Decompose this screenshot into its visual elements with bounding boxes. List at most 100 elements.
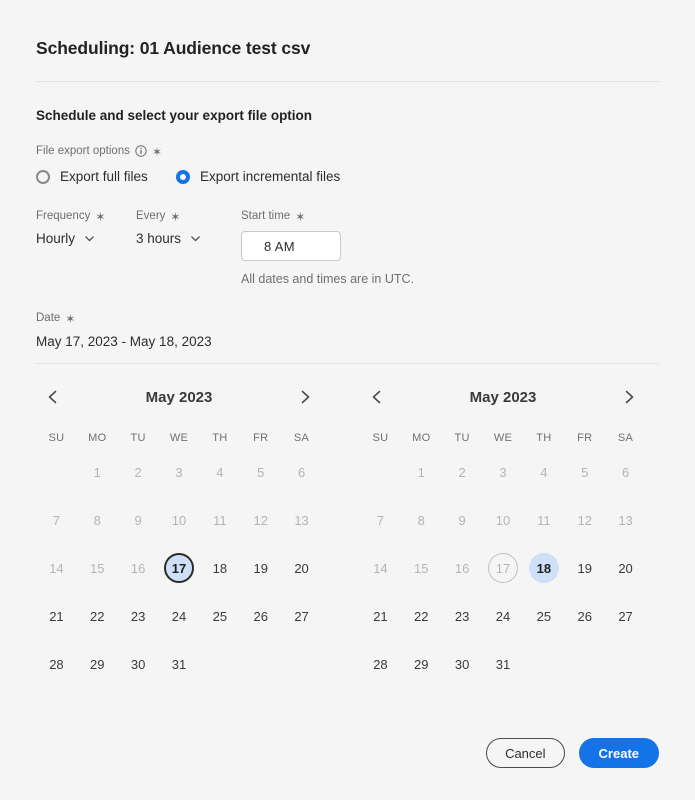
calendar-day-number: 24 bbox=[495, 608, 511, 624]
calendar-day-number: 11 bbox=[537, 512, 551, 528]
chevron-right-icon[interactable] bbox=[292, 384, 318, 410]
calendar-day: 2 bbox=[118, 452, 159, 492]
calendar-day: 7 bbox=[36, 500, 77, 540]
calendar-day: 2 bbox=[442, 452, 483, 492]
radio-export-incremental-files[interactable]: Export incremental files bbox=[176, 169, 340, 184]
calendar-day[interactable]: 29 bbox=[401, 644, 442, 684]
calendar-day[interactable]: 20 bbox=[605, 548, 646, 588]
calendar-day-empty bbox=[199, 644, 240, 684]
calendar-day-number: 6 bbox=[621, 464, 630, 480]
dialog-footer: Cancel Create bbox=[486, 738, 659, 768]
cancel-button[interactable]: Cancel bbox=[486, 738, 565, 768]
calendar-day: 9 bbox=[442, 500, 483, 540]
calendar-day-number: 2 bbox=[458, 464, 466, 480]
calendar-right-header: May 2023 bbox=[360, 376, 646, 418]
calendar-day: 1 bbox=[401, 452, 442, 492]
calendar-day-number: 21 bbox=[49, 608, 64, 624]
calendar-day: 14 bbox=[360, 548, 401, 588]
calendar-day-empty bbox=[605, 644, 646, 684]
calendar-day: 6 bbox=[605, 452, 646, 492]
calendar-day[interactable]: 29 bbox=[77, 644, 118, 684]
calendar-day: 7 bbox=[360, 500, 401, 540]
calendar-day-empty bbox=[281, 644, 322, 684]
calendar-day-number: 12 bbox=[577, 512, 592, 528]
calendar-day-number: 16 bbox=[130, 560, 146, 576]
calendar-day[interactable]: 26 bbox=[564, 596, 605, 636]
frequency-control: Frequency ✶ Hourly bbox=[36, 210, 136, 246]
calendar-day: 8 bbox=[401, 500, 442, 540]
calendar-day[interactable]: 25 bbox=[199, 596, 240, 636]
chevron-right-icon[interactable] bbox=[616, 384, 642, 410]
calendar-day[interactable]: 27 bbox=[281, 596, 322, 636]
calendar-day-number: 18 bbox=[212, 560, 228, 576]
calendar-day[interactable]: 19 bbox=[240, 548, 281, 588]
calendar-day: 3 bbox=[483, 452, 524, 492]
chevron-left-icon[interactable] bbox=[40, 384, 66, 410]
calendar-day: 5 bbox=[564, 452, 605, 492]
calendar-day-number: 18 bbox=[528, 553, 559, 583]
every-select[interactable]: 3 hours bbox=[136, 231, 241, 246]
calendar-day[interactable]: 22 bbox=[77, 596, 118, 636]
radio-export-full-files[interactable]: Export full files bbox=[36, 169, 176, 184]
calendar-day-number: 6 bbox=[297, 464, 306, 480]
calendar-day[interactable]: 26 bbox=[240, 596, 281, 636]
calendar-day-number: 19 bbox=[253, 560, 268, 576]
calendar-week-row: 21 22 23 24 25 26 27 bbox=[360, 596, 646, 636]
calendar-day[interactable]: 24 bbox=[159, 596, 200, 636]
required-asterisk: ✶ bbox=[151, 145, 163, 159]
timezone-note: All dates and times are in UTC. bbox=[241, 272, 414, 286]
calendar-day[interactable]: 31 bbox=[483, 644, 524, 684]
weekday-label: FR bbox=[253, 432, 269, 444]
calendar-day[interactable]: 23 bbox=[442, 596, 483, 636]
calendar-day-number: 3 bbox=[175, 464, 183, 480]
weekday-label: TU bbox=[130, 432, 146, 444]
calendar-day: 3 bbox=[159, 452, 200, 492]
calendar-day[interactable]: 28 bbox=[36, 644, 77, 684]
schedule-controls: Frequency ✶ Hourly Every ✶ 3 hours Start… bbox=[36, 210, 659, 286]
calendar-day[interactable]: 19 bbox=[564, 548, 605, 588]
calendar-day[interactable]: 31 bbox=[159, 644, 200, 684]
calendar-day: 15 bbox=[401, 548, 442, 588]
radio-mark-unchecked bbox=[36, 169, 50, 184]
calendar-day[interactable]: 18 bbox=[523, 548, 564, 588]
calendar-day[interactable]: 30 bbox=[118, 644, 159, 684]
calendar-day[interactable]: 23 bbox=[118, 596, 159, 636]
calendar-day[interactable]: 17 bbox=[483, 548, 524, 588]
every-label: Every ✶ bbox=[136, 210, 241, 223]
chevron-left-icon[interactable] bbox=[364, 384, 390, 410]
create-button[interactable]: Create bbox=[578, 738, 659, 768]
calendar-left-header: May 2023 bbox=[36, 376, 322, 418]
calendar-day[interactable]: 18 bbox=[199, 548, 240, 588]
calendar-day[interactable]: 20 bbox=[281, 548, 322, 588]
calendar-day-number: 10 bbox=[171, 512, 187, 528]
weekday-label: SA bbox=[617, 432, 634, 444]
calendar-day-number: 7 bbox=[52, 512, 61, 528]
frequency-select[interactable]: Hourly bbox=[36, 231, 136, 246]
calendar-day[interactable]: 21 bbox=[360, 596, 401, 636]
date-label-text: Date bbox=[36, 312, 61, 324]
calendar-day[interactable]: 28 bbox=[360, 644, 401, 684]
calendar-day[interactable]: 30 bbox=[442, 644, 483, 684]
calendar-day-number: 26 bbox=[253, 608, 268, 624]
calendar-day: 16 bbox=[118, 548, 159, 588]
calendar-day-number: 28 bbox=[49, 656, 64, 672]
info-circle-icon[interactable] bbox=[135, 145, 147, 157]
weekday-label: SA bbox=[293, 432, 310, 444]
chevron-down-icon bbox=[190, 233, 201, 244]
calendar-day[interactable]: 17 bbox=[159, 548, 200, 588]
weekday-label: TH bbox=[536, 432, 552, 444]
calendar-day[interactable]: 21 bbox=[36, 596, 77, 636]
calendar-day: 11 bbox=[199, 500, 240, 540]
title-divider bbox=[36, 81, 659, 82]
calendar-day-number: 3 bbox=[499, 464, 507, 480]
calendar-day-number: 1 bbox=[417, 464, 425, 480]
calendar-pair: May 2023 SU MO TU WE TH FR SA 1234567891… bbox=[36, 376, 659, 684]
start-time-input[interactable]: 8 AM bbox=[241, 231, 341, 261]
calendar-day[interactable]: 25 bbox=[523, 596, 564, 636]
calendar-day[interactable]: 27 bbox=[605, 596, 646, 636]
calendar-day-number: 1 bbox=[93, 464, 101, 480]
calendar-day[interactable]: 24 bbox=[483, 596, 524, 636]
calendar-week-row: 1 2 3 4 5 6 bbox=[36, 452, 322, 492]
calendar-day-number: 22 bbox=[414, 608, 429, 624]
calendar-day[interactable]: 22 bbox=[401, 596, 442, 636]
